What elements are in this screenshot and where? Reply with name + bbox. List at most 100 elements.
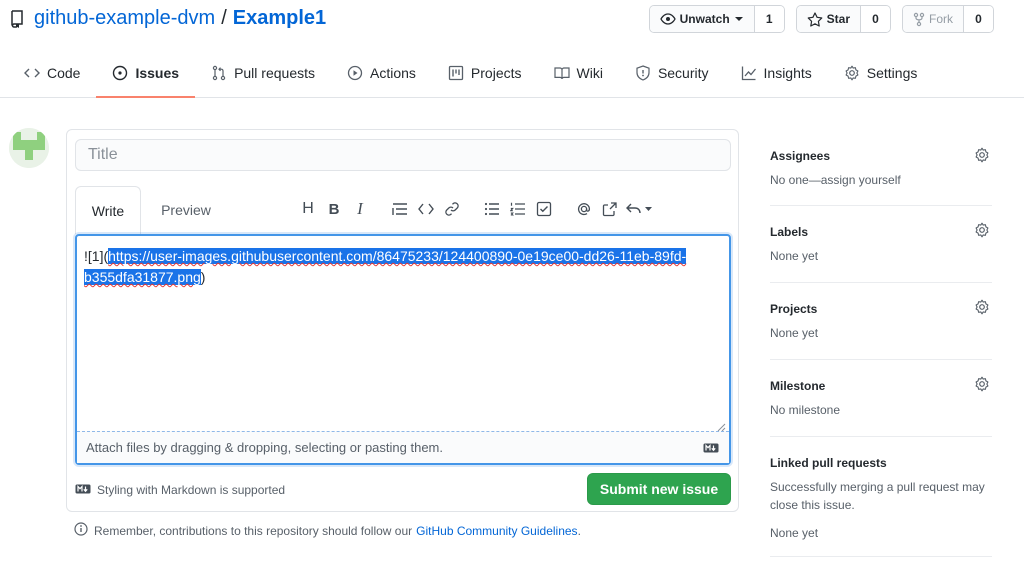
cross-reference-button[interactable] bbox=[597, 198, 623, 220]
tab-write[interactable]: Write bbox=[75, 186, 141, 234]
saved-replies-button[interactable] bbox=[623, 198, 655, 220]
star-icon bbox=[807, 11, 823, 27]
repo-actions: Unwatch 1 Star 0 Fork 0 bbox=[648, 5, 994, 33]
cross-reference-icon bbox=[602, 201, 618, 217]
fork-count[interactable]: 0 bbox=[963, 6, 993, 32]
repo-title: github-example-dvm / Example1 bbox=[10, 7, 326, 30]
tab-settings-label: Settings bbox=[866, 65, 918, 81]
markdown-icon bbox=[75, 483, 91, 497]
unwatch-button[interactable]: Unwatch bbox=[649, 6, 754, 32]
labels-heading[interactable]: Labels bbox=[770, 225, 992, 239]
chevron-down-icon bbox=[734, 16, 744, 22]
mention-button[interactable] bbox=[571, 198, 597, 220]
link-button[interactable] bbox=[439, 198, 465, 220]
issue-body-content: ![1](https://user-images.githubuserconte… bbox=[84, 246, 704, 288]
repo-icon bbox=[10, 9, 24, 28]
unordered-list-button[interactable] bbox=[479, 198, 505, 220]
markdown-support-text: Styling with Markdown is supported bbox=[97, 483, 286, 497]
projects-gear-icon[interactable] bbox=[974, 299, 990, 315]
star-count[interactable]: 0 bbox=[860, 6, 890, 32]
info-icon bbox=[74, 522, 88, 539]
repo-header: github-example-dvm / Example1 Unwatch 1 … bbox=[0, 0, 1024, 98]
repo-nav: Code Issues Pull requests Actions Projec… bbox=[24, 56, 933, 98]
tab-issues[interactable]: Issues bbox=[96, 56, 195, 98]
mention-icon bbox=[576, 201, 592, 217]
projects-value: None yet bbox=[770, 326, 819, 340]
community-guidelines-link[interactable]: GitHub Community Guidelines bbox=[416, 524, 577, 538]
new-issue-form: Write Preview H B I bbox=[66, 129, 739, 512]
linked-pull-requests-description: Successfully merging a pull request may … bbox=[770, 480, 985, 512]
assignees-value[interactable]: No one—assign yourself bbox=[770, 171, 992, 189]
quote-icon bbox=[392, 202, 408, 216]
tab-pull-requests[interactable]: Pull requests bbox=[195, 56, 331, 98]
unwatch-label: Unwatch bbox=[679, 12, 730, 26]
tab-wiki[interactable]: Wiki bbox=[538, 56, 619, 98]
tab-code[interactable]: Code bbox=[24, 56, 96, 98]
milestone-heading[interactable]: Milestone bbox=[770, 379, 992, 393]
guidelines-text: Remember, contributions to this reposito… bbox=[94, 523, 413, 538]
attach-files-text: Attach files by dragging & dropping, sel… bbox=[86, 440, 443, 455]
tab-insights-label: Insights bbox=[763, 65, 812, 81]
repo-owner-link[interactable]: github-example-dvm bbox=[34, 7, 215, 30]
linked-pull-requests-value: None yet bbox=[770, 526, 819, 540]
gear-icon bbox=[844, 65, 860, 81]
star-button-group: Star 0 bbox=[795, 5, 891, 33]
tab-preview[interactable]: Preview bbox=[151, 186, 221, 234]
submit-new-issue-button[interactable]: Submit new issue bbox=[587, 473, 731, 505]
graph-icon bbox=[741, 65, 757, 81]
watch-count[interactable]: 1 bbox=[753, 6, 784, 32]
star-button[interactable]: Star bbox=[796, 6, 860, 32]
tab-pull-requests-label: Pull requests bbox=[234, 65, 315, 81]
heading-button[interactable]: H bbox=[295, 198, 321, 220]
code-icon bbox=[418, 203, 434, 215]
body-prefix: ![1]( bbox=[84, 248, 109, 264]
resize-handle[interactable] bbox=[716, 419, 726, 432]
tab-projects[interactable]: Projects bbox=[432, 56, 538, 98]
body-selected-url-part2: b355dfa31877.png bbox=[84, 269, 201, 285]
tab-insights[interactable]: Insights bbox=[725, 56, 828, 98]
quote-button[interactable] bbox=[387, 198, 413, 220]
repo-separator: / bbox=[221, 7, 227, 29]
tab-security[interactable]: Security bbox=[619, 56, 725, 98]
markdown-toolbar: H B I bbox=[295, 198, 655, 220]
milestone-section: Milestone No milestone bbox=[770, 360, 992, 437]
tab-actions[interactable]: Actions bbox=[331, 56, 432, 98]
repo-forked-icon bbox=[913, 12, 925, 27]
assignees-section: Assignees No one—assign yourself bbox=[770, 133, 992, 206]
tab-code-label: Code bbox=[47, 65, 81, 81]
tab-issues-label: Issues bbox=[135, 65, 180, 81]
task-list-button[interactable] bbox=[531, 198, 557, 220]
link-icon bbox=[444, 201, 460, 217]
contribution-guidelines-note: Remember, contributions to this reposito… bbox=[74, 522, 581, 539]
milestone-value: No milestone bbox=[770, 403, 841, 417]
book-icon bbox=[553, 65, 570, 81]
reply-icon bbox=[626, 203, 642, 215]
shield-icon bbox=[635, 65, 651, 81]
labels-gear-icon[interactable] bbox=[974, 222, 990, 238]
fork-button[interactable]: Fork bbox=[903, 6, 963, 32]
milestone-gear-icon[interactable] bbox=[974, 376, 990, 392]
repo-name-link[interactable]: Example1 bbox=[233, 7, 326, 30]
assignees-gear-icon[interactable] bbox=[974, 147, 990, 163]
linked-pull-requests-section: Linked pull requests Successfully mergin… bbox=[770, 437, 992, 557]
guidelines-end: . bbox=[577, 523, 581, 538]
linked-pull-requests-heading: Linked pull requests bbox=[770, 456, 887, 470]
bold-button[interactable]: B bbox=[321, 198, 347, 220]
italic-button[interactable]: I bbox=[347, 198, 373, 220]
ordered-list-button[interactable] bbox=[505, 198, 531, 220]
body-suffix: ) bbox=[200, 269, 206, 285]
code-button[interactable] bbox=[413, 198, 439, 220]
issue-body-textarea[interactable]: ![1](https://user-images.githubuserconte… bbox=[75, 234, 731, 465]
project-icon bbox=[448, 65, 464, 81]
issue-title-input[interactable] bbox=[75, 139, 731, 171]
labels-section: Labels None yet bbox=[770, 206, 992, 283]
eye-icon bbox=[659, 13, 676, 25]
avatar[interactable] bbox=[9, 128, 49, 168]
markdown-icon bbox=[703, 441, 719, 456]
star-label: Star bbox=[826, 12, 850, 26]
projects-heading[interactable]: Projects bbox=[770, 302, 992, 316]
markdown-support-note[interactable]: Styling with Markdown is supported bbox=[75, 483, 285, 497]
attach-files-bar[interactable]: Attach files by dragging & dropping, sel… bbox=[77, 431, 729, 463]
assignees-heading[interactable]: Assignees bbox=[770, 149, 992, 163]
tab-settings[interactable]: Settings bbox=[828, 56, 934, 98]
